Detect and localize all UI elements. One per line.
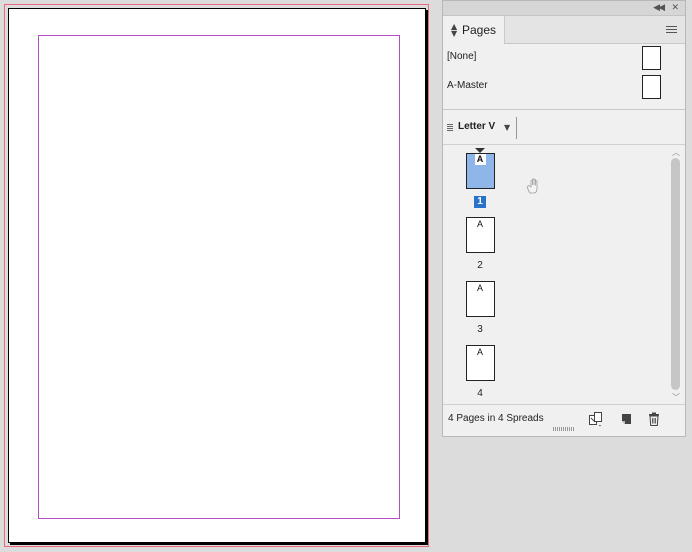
master-item-a-master[interactable]: A-Master <box>443 73 685 101</box>
master-item-none[interactable]: [None] <box>443 44 685 72</box>
panel-statusbar: 4 Pages in 4 Spreads <box>443 404 685 432</box>
master-name: A-Master <box>447 80 488 91</box>
panel-resize-grip[interactable] <box>553 427 575 431</box>
master-thumbnail[interactable] <box>642 46 661 70</box>
scroll-down-icon[interactable]: ﹀ <box>672 394 680 402</box>
page-item-2[interactable]: A 2 <box>465 217 495 272</box>
double-chevron-left-icon[interactable]: ◀◀ <box>653 2 665 14</box>
close-icon[interactable]: ✕ <box>671 2 679 14</box>
page-master-letter: A <box>476 347 483 357</box>
master-thumbnail[interactable] <box>642 75 661 99</box>
page-size-label[interactable]: Letter V <box>458 121 495 132</box>
panel-tabrow: ▲ ▼ Pages <box>443 16 685 44</box>
master-name: [None] <box>447 51 477 62</box>
hand-cursor-icon <box>527 178 538 194</box>
tab-pages-label: Pages <box>462 23 497 37</box>
tab-pages[interactable]: ▲ ▼ Pages <box>443 16 505 44</box>
page-item-4[interactable]: A 4 <box>465 345 495 400</box>
page-number: 3 <box>477 324 483 335</box>
margin-guide <box>38 35 400 519</box>
tab-expand-icon: ▲ ▼ <box>451 22 458 38</box>
page-number: 1 <box>474 196 486 208</box>
panel-topbar: ◀◀ ✕ <box>443 1 685 16</box>
page-item-1[interactable]: A 1 <box>465 148 538 208</box>
new-page-icon[interactable] <box>619 411 635 427</box>
grip-icon[interactable] <box>447 124 453 133</box>
page-thumbnail[interactable]: A <box>465 281 495 317</box>
page-number: 4 <box>477 388 483 399</box>
status-text: 4 Pages in 4 Spreads <box>448 413 544 424</box>
page-master-letter: A <box>474 154 486 165</box>
page-master-letter: A <box>476 219 483 229</box>
page-number: 2 <box>477 260 483 271</box>
edit-page-size-icon[interactable] <box>588 411 604 427</box>
divider <box>516 117 517 139</box>
vertical-scrollbar[interactable]: ︿ ﹀ <box>669 146 683 404</box>
page-thumbnail[interactable]: A <box>465 217 495 253</box>
scrollbar-thumb[interactable] <box>671 158 680 390</box>
scroll-up-icon[interactable]: ︿ <box>672 149 680 157</box>
page-size-row: Letter V ▼ <box>443 111 685 145</box>
masters-section: [None] A-Master <box>443 44 685 110</box>
page-item-3[interactable]: A 3 <box>465 281 495 336</box>
document-page[interactable] <box>8 8 426 543</box>
pages-panel: ◀◀ ✕ ▲ ▼ Pages [None] A-Master Letter V ▼ <box>442 0 686 437</box>
hamburger-menu-icon[interactable] <box>666 26 677 34</box>
pages-list: A 1 A 2 A 3 A 4 <box>443 146 669 404</box>
page-thumbnail[interactable]: A <box>465 153 495 189</box>
page-master-letter: A <box>476 283 483 293</box>
chevron-down-icon[interactable]: ▼ <box>504 123 510 132</box>
trash-icon[interactable] <box>646 411 662 427</box>
page-thumbnail[interactable]: A <box>465 345 495 381</box>
